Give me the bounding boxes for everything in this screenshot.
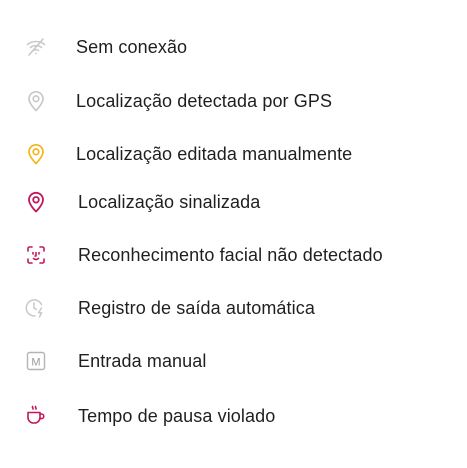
coffee-cup-icon [27,405,45,424]
legend-label: Localização detectada por GPS [76,91,333,111]
legend-label: Localização sinalizada [78,192,261,212]
no-wifi-icon [26,38,46,56]
status-legend: Sem conexão Localização detectada por GP… [0,0,467,468]
legend-item-manual-entry: M Entrada manual [0,341,467,381]
face-scan-icon [27,246,45,264]
legend-item-no-connection: Sem conexão [0,27,467,67]
legend-label: Registro de saída automática [78,298,315,318]
legend-item-auto-clock-out: Registro de saída automática [0,288,467,328]
legend-label: Sem conexão [76,37,188,57]
manual-entry-icon: M [26,351,46,371]
legend-label: Reconhecimento facial não detectado [78,245,383,265]
legend-item-gps-location: Localização detectada por GPS [0,81,467,121]
legend-item-manual-location: Localização editada manualmente [0,134,467,174]
location-pin-edited-icon [28,143,44,165]
manual-entry-badge: M [31,357,40,369]
legend-label: Localização editada manualmente [76,144,353,164]
location-pin-icon [28,90,44,112]
legend-item-break-violated: Tempo de pausa violado [0,396,467,436]
legend-item-flagged-location: Localização sinalizada [0,182,467,222]
legend-label: Tempo de pausa violado [78,406,276,426]
auto-clock-out-icon [25,299,43,318]
legend-item-face-not-detected: Reconhecimento facial não detectado [0,235,467,275]
location-pin-flagged-icon [28,191,44,213]
legend-label: Entrada manual [78,351,207,371]
